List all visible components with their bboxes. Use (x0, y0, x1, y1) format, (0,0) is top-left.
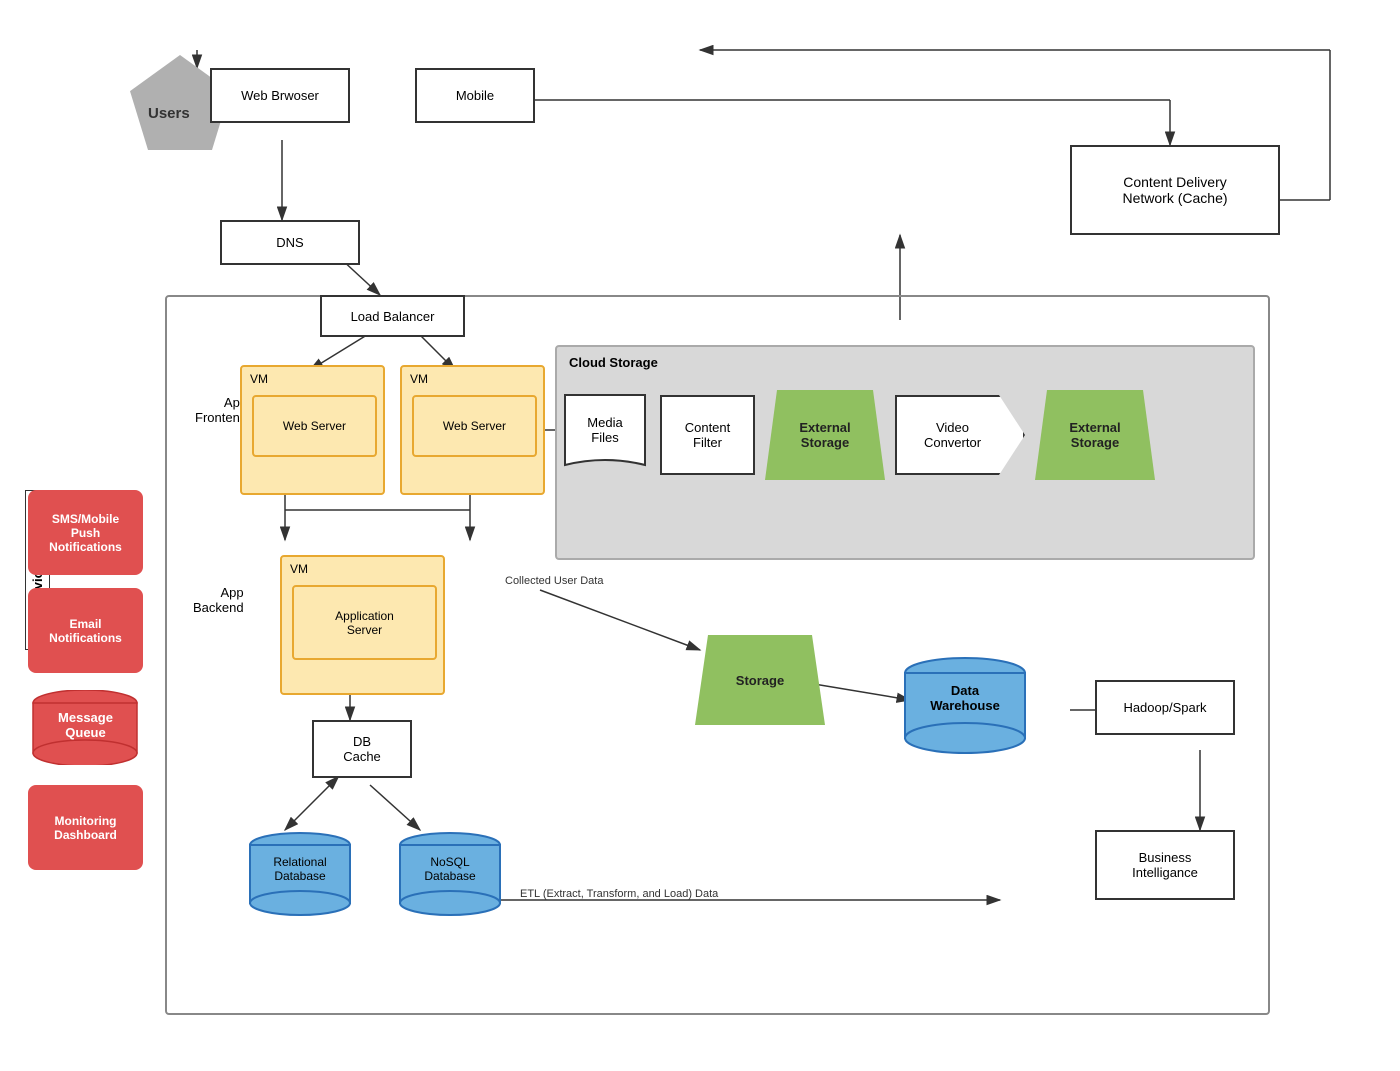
relational-db-container: Relational Database (245, 830, 355, 920)
data-warehouse-container: Data Warehouse (900, 655, 1030, 755)
db-cache-box: DB Cache (312, 720, 412, 778)
email-notifications-box: Email Notifications (28, 588, 143, 673)
hadoop-spark-box: Hadoop/Spark (1095, 680, 1235, 735)
app-backend-label: App Backend (193, 585, 244, 615)
vm1-outer: VM Web Server (240, 365, 385, 495)
cdn-box: Content Delivery Network (Cache) (1070, 145, 1280, 235)
application-server-box: Application Server (292, 585, 437, 660)
content-filter-box: Content Filter (660, 395, 755, 475)
dns-box: DNS (220, 220, 360, 265)
message-queue-label: Message Queue (28, 710, 143, 740)
media-files-container: Media Files (560, 390, 650, 480)
mobile-box: Mobile (415, 68, 535, 123)
nosql-db-label: NoSQL Database (395, 855, 505, 883)
vm2-outer: VM Web Server (400, 365, 545, 495)
vm1-label: VM (250, 372, 268, 386)
web-browser-box: Web Brwoser (210, 68, 350, 123)
cloud-storage-label: Cloud Storage (569, 355, 658, 370)
media-files-label: Media Files (560, 415, 650, 445)
video-convertor-box: Video Convertor (895, 395, 1025, 475)
vm3-label: VM (290, 562, 308, 576)
vm3-outer: VM Application Server (280, 555, 445, 695)
data-warehouse-label: Data Warehouse (900, 683, 1030, 713)
vm2-label: VM (410, 372, 428, 386)
external-storage1-box: External Storage (765, 390, 885, 480)
monitoring-dashboard-box: Monitoring Dashboard (28, 785, 143, 870)
nosql-db-container: NoSQL Database (395, 830, 505, 920)
storage-box: Storage (695, 635, 825, 725)
sms-notifications-box: SMS/Mobile Push Notifications (28, 490, 143, 575)
collected-user-data-label: Collected User Data (505, 575, 603, 587)
business-intelligence-box: Business Intelligance (1095, 830, 1235, 900)
web-server2-box: Web Server (412, 395, 537, 457)
web-server1-box: Web Server (252, 395, 377, 457)
external-storage2-box: External Storage (1035, 390, 1155, 480)
relational-db-label: Relational Database (245, 855, 355, 883)
users-label: Users (148, 105, 190, 122)
message-queue-container: Message Queue (28, 690, 143, 765)
load-balancer-box: Load Balancer (320, 295, 465, 337)
etl-label: ETL (Extract, Transform, and Load) Data (520, 888, 718, 900)
